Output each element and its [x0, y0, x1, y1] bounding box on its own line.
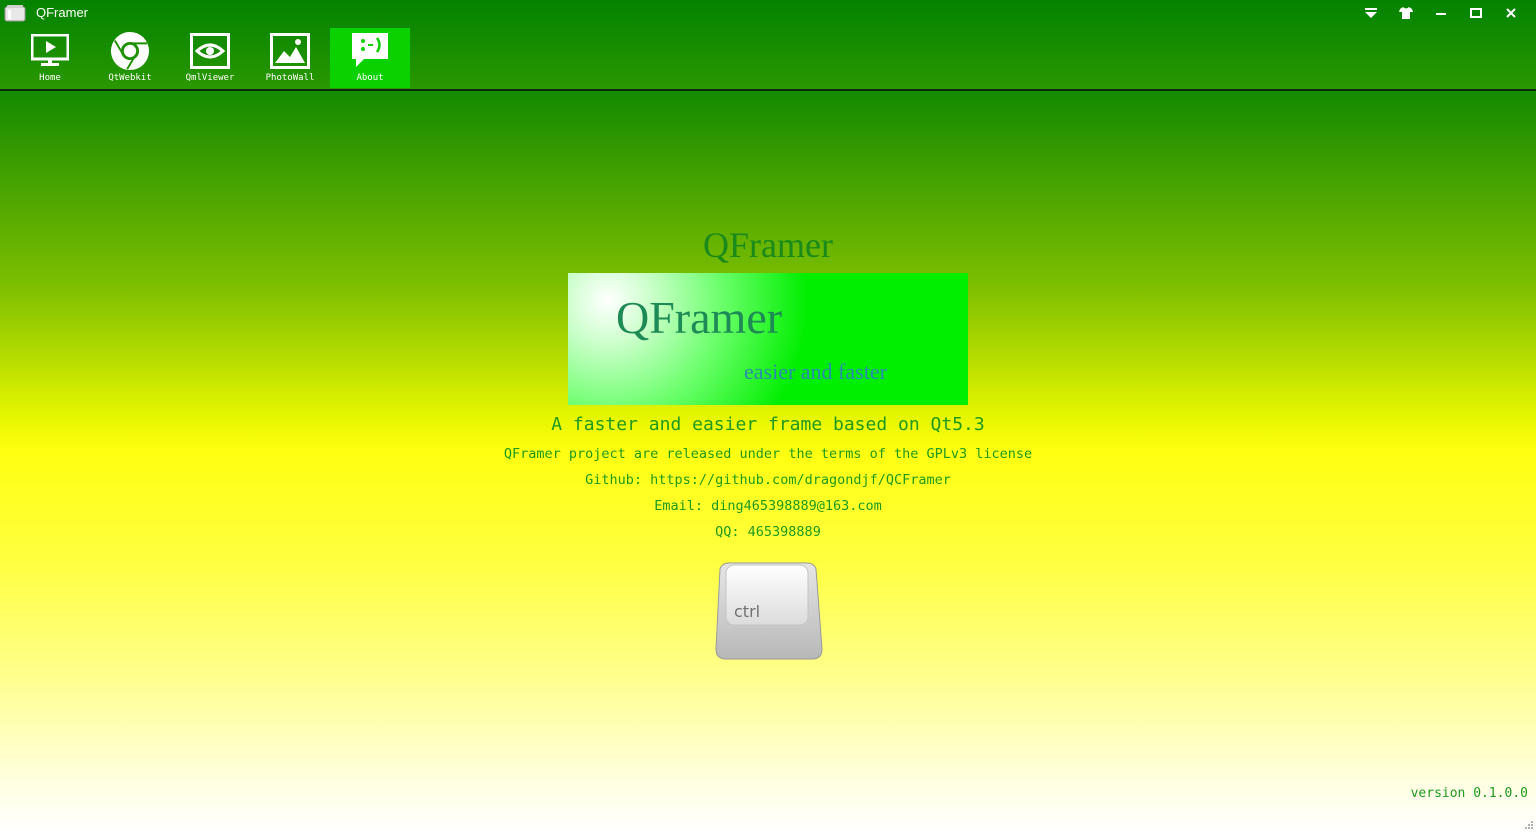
toolbar-qtwebkit-button[interactable]: QtWebkit	[90, 28, 170, 88]
minimize-icon[interactable]	[1423, 4, 1458, 22]
qq-text: QQ: 465398889	[715, 524, 821, 540]
banner-subtitle: easier and faster	[744, 359, 887, 384]
banner-title: QFramer	[616, 292, 783, 343]
toolbar-qmlviewer-button[interactable]: QmlViewer	[170, 28, 250, 88]
smiley-chat-icon	[350, 32, 390, 70]
license-text: QFramer project are released under the t…	[503, 446, 1033, 462]
chrome-icon	[110, 31, 150, 71]
tagline: A faster and easier frame based on Qt5.3	[551, 414, 985, 435]
toolbar-photowall-label: PhotoWall	[265, 73, 315, 83]
qframer-banner: QFramer easier and faster	[568, 273, 968, 405]
ctrl-key-label: ctrl	[734, 602, 760, 621]
close-icon[interactable]	[1493, 4, 1528, 22]
about-heading: QFramer	[703, 225, 833, 265]
toolbar-about-button[interactable]: About	[330, 28, 410, 88]
app-logo-icon	[4, 5, 26, 22]
toolbar-qtwebkit-label: QtWebkit	[108, 73, 152, 83]
toolbar-about-label: About	[356, 73, 384, 83]
github-text: Github: https://github.com/dragondjf/QCF…	[585, 472, 951, 488]
toolbar-home-label: Home	[39, 73, 61, 83]
dropdown-menu-icon[interactable]	[1353, 4, 1388, 22]
monitor-play-icon	[30, 32, 70, 70]
ctrl-key-icon[interactable]: ctrl	[714, 561, 824, 663]
email-text: Email: ding465398889@163.com	[654, 498, 882, 514]
resize-grip-icon[interactable]	[1524, 820, 1534, 830]
window-title: QFramer	[36, 5, 88, 20]
eye-icon	[190, 32, 230, 70]
main-toolbar: Home QtWebkit QmlViewer PhotoWall About	[10, 28, 410, 88]
toolbar-qmlviewer-label: QmlViewer	[185, 73, 235, 83]
picture-icon	[270, 32, 310, 70]
title-toolbar-area: QFramer Home QtWebkit QmlViewer PhotoWal…	[0, 0, 1536, 91]
toolbar-home-button[interactable]: Home	[10, 28, 90, 88]
window-controls	[1353, 4, 1528, 22]
skin-shirt-icon[interactable]	[1388, 4, 1423, 22]
version-label: version 0.1.0.0	[1410, 786, 1528, 801]
toolbar-photowall-button[interactable]: PhotoWall	[250, 28, 330, 88]
maximize-icon[interactable]	[1458, 4, 1493, 22]
